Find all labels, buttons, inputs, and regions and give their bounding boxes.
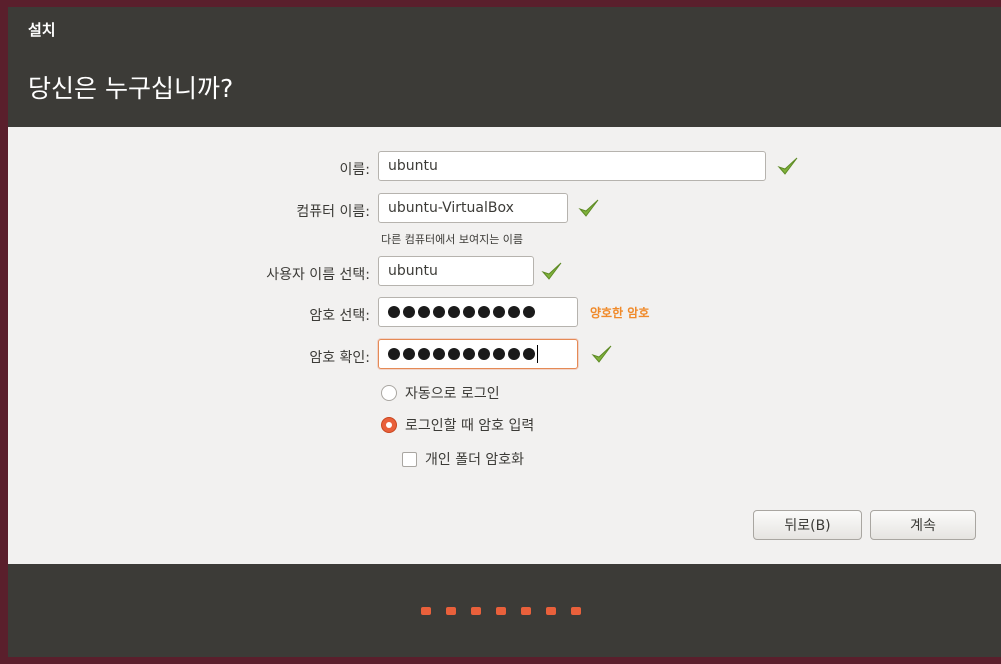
password-mask-dot [418,306,430,318]
auto-login-option[interactable]: 자동으로 로그인 [381,383,500,403]
password-mask-dot [523,306,535,318]
name-input-value: ubuntu [388,158,438,174]
password-mask-dot [478,348,490,360]
username-valid-check-icon [541,262,562,280]
encrypt-home-label: 개인 폴더 암호화 [425,452,525,468]
password-mask-dot [463,348,475,360]
username-input[interactable]: ubuntu [378,256,534,286]
password-mask-dot [403,348,415,360]
computer-name-input[interactable]: ubuntu-VirtualBox [378,193,568,223]
password-mask-dot [388,348,400,360]
name-label: 이름: [339,162,370,178]
require-password-radio[interactable] [381,417,397,433]
username-value: ubuntu [388,263,438,279]
password-label: 암호 선택: [309,308,370,324]
password-mask [388,306,535,318]
computer-name-value: ubuntu-VirtualBox [388,200,514,216]
progress-step-dot [571,607,581,615]
password-mask-dot [388,306,400,318]
auto-login-radio[interactable] [381,385,397,401]
auto-login-label: 자동으로 로그인 [405,386,500,402]
progress-step-dot [421,607,431,615]
progress-step-dot [446,607,456,615]
name-input[interactable]: ubuntu [378,151,766,181]
password-input[interactable] [378,297,578,327]
progress-step-dot [496,607,506,615]
confirm-password-valid-check-icon [591,345,612,363]
encrypt-home-checkbox[interactable] [402,451,417,467]
require-password-option[interactable]: 로그인할 때 암호 입력 [381,415,534,435]
password-mask-dot [403,306,415,318]
page-heading: 당신은 누구십니까? [28,74,234,103]
computer-name-label: 컴퓨터 이름: [296,204,370,220]
password-mask-dot [418,348,430,360]
progress-bar-area [8,564,1001,657]
progress-step-dot [521,607,531,615]
password-mask-dot [508,306,520,318]
encrypt-home-option[interactable]: 개인 폴더 암호화 [402,449,524,469]
installer-window: 설치 당신은 누구십니까? 이름: ubuntu 컴퓨터 이름: ubuntu-… [8,7,1001,657]
text-caret [537,345,538,363]
progress-step-dot [471,607,481,615]
password-mask-dot [523,348,535,360]
password-mask-dot [508,348,520,360]
confirm-password-input[interactable] [378,339,578,369]
password-mask-dot [433,306,445,318]
require-password-label: 로그인할 때 암호 입력 [405,418,535,434]
header-bar: 설치 당신은 누구십니까? [8,7,1001,127]
computer-name-valid-check-icon [578,199,599,217]
password-mask-dot [448,348,460,360]
continue-button[interactable]: 계속 [870,510,976,540]
password-mask-dot [448,306,460,318]
password-mask-dot [478,306,490,318]
computer-name-hint: 다른 컴퓨터에서 보여지는 이름 [381,233,524,246]
confirm-password-label: 암호 확인: [309,350,370,366]
password-strength-label: 양호한 암호 [590,306,650,320]
password-mask-dot [433,348,445,360]
password-mask-dot [463,306,475,318]
confirm-password-mask [388,348,535,360]
username-label: 사용자 이름 선택: [266,267,370,283]
step-progress-dots [421,607,581,615]
name-valid-check-icon [777,157,798,175]
password-mask-dot [493,306,505,318]
password-mask-dot [493,348,505,360]
window-title: 설치 [28,21,56,39]
progress-step-dot [546,607,556,615]
back-button[interactable]: 뒤로(B) [753,510,862,540]
